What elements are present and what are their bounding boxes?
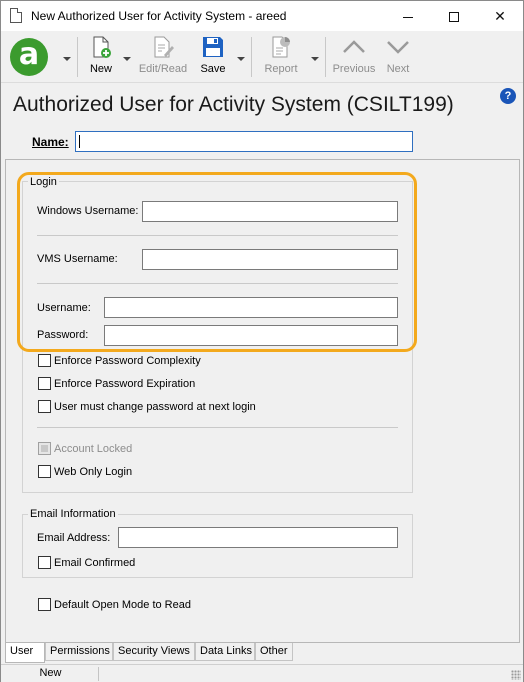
- email-address-label: Email Address:: [37, 532, 111, 544]
- app-menu-dropdown-icon[interactable]: [63, 57, 71, 61]
- must-change-password-checkbox[interactable]: User must change password at next login: [38, 400, 256, 413]
- checkbox-box[interactable]: [38, 354, 51, 367]
- toolbar: a New Edit/Read Save Report Previous Nex…: [1, 31, 523, 83]
- default-open-mode-checkbox[interactable]: Default Open Mode to Read: [38, 598, 191, 611]
- enforce-password-complexity-checkbox[interactable]: Enforce Password Complexity: [38, 354, 201, 367]
- application-window: New Authorized User for Activity System …: [0, 0, 524, 682]
- close-button[interactable]: ✕: [477, 1, 523, 31]
- maximize-button[interactable]: [431, 1, 477, 31]
- checkbox-box[interactable]: [38, 465, 51, 478]
- email-legend: Email Information: [28, 508, 118, 520]
- checkbox-label: Enforce Password Complexity: [54, 355, 201, 367]
- email-confirmed-checkbox[interactable]: Email Confirmed: [38, 556, 135, 569]
- page-title: Authorized User for Activity System (CSI…: [13, 93, 454, 116]
- toolbar-separator: [251, 37, 252, 77]
- previous-button[interactable]: Previous: [331, 35, 377, 79]
- divider: [37, 427, 398, 428]
- edit-read-button[interactable]: Edit/Read: [135, 35, 191, 79]
- toolbar-separator: [325, 37, 326, 77]
- tab-permissions[interactable]: Permissions: [45, 643, 113, 661]
- edit-read-button-label: Edit/Read: [138, 63, 188, 75]
- save-disk-icon: [201, 35, 225, 59]
- status-message: [101, 667, 511, 681]
- report-button[interactable]: Report: [259, 35, 303, 79]
- next-button[interactable]: Next: [381, 35, 415, 79]
- status-bar: New: [1, 664, 523, 682]
- app-logo-icon: a: [18, 37, 40, 72]
- new-button[interactable]: New: [85, 35, 117, 79]
- name-input[interactable]: [75, 131, 413, 152]
- checkbox-label: Default Open Mode to Read: [54, 599, 191, 611]
- document-icon: [10, 8, 22, 23]
- help-icon[interactable]: ?: [500, 88, 516, 104]
- next-button-label: Next: [386, 63, 410, 75]
- window-title: New Authorized User for Activity System …: [31, 9, 287, 23]
- checkbox-box[interactable]: [38, 556, 51, 569]
- report-icon: [269, 35, 293, 59]
- checkbox-box[interactable]: [38, 377, 51, 390]
- name-label: Name:: [32, 135, 69, 149]
- checkbox-box[interactable]: [38, 400, 51, 413]
- previous-button-label: Previous: [332, 63, 376, 75]
- maximize-icon: [449, 12, 459, 23]
- tab-user[interactable]: User: [5, 643, 45, 663]
- web-only-login-checkbox[interactable]: Web Only Login: [38, 465, 132, 478]
- title-bar: New Authorized User for Activity System …: [1, 1, 523, 31]
- minimize-button[interactable]: [385, 1, 431, 31]
- app-logo-button[interactable]: a: [10, 38, 48, 76]
- tab-other[interactable]: Other: [255, 643, 293, 661]
- checkbox-label: Email Confirmed: [54, 557, 136, 569]
- close-icon: ✕: [494, 8, 506, 24]
- save-dropdown-icon[interactable]: [237, 57, 245, 61]
- email-address-input[interactable]: [118, 527, 398, 548]
- save-button[interactable]: Save: [197, 35, 229, 79]
- checkbox-label: Enforce Password Expiration: [54, 378, 196, 390]
- tab-data-links[interactable]: Data Links: [195, 643, 255, 661]
- edit-read-icon: [151, 35, 175, 59]
- report-button-label: Report: [264, 63, 298, 75]
- checkbox-label: Web Only Login: [54, 466, 133, 478]
- enforce-password-expiration-checkbox[interactable]: Enforce Password Expiration: [38, 377, 195, 390]
- toolbar-separator: [77, 37, 78, 77]
- tab-security-views[interactable]: Security Views: [113, 643, 195, 661]
- save-button-label: Save: [200, 63, 226, 75]
- new-button-label: New: [89, 63, 112, 75]
- new-dropdown-icon[interactable]: [123, 57, 131, 61]
- chevron-up-icon: [342, 35, 366, 59]
- report-dropdown-icon[interactable]: [311, 57, 319, 61]
- account-locked-checkbox: Account Locked: [38, 442, 132, 455]
- new-document-icon: [89, 35, 113, 59]
- checkbox-label: User must change password at next login: [54, 401, 256, 413]
- checkbox-box: [38, 442, 51, 455]
- status-mode: New: [3, 667, 99, 681]
- minimize-icon: [403, 16, 413, 18]
- checkbox-label: Account Locked: [54, 443, 133, 455]
- checkbox-box[interactable]: [38, 598, 51, 611]
- resize-grip-icon[interactable]: [511, 670, 521, 680]
- chevron-down-icon: [386, 35, 410, 59]
- highlight-annotation: [17, 172, 417, 352]
